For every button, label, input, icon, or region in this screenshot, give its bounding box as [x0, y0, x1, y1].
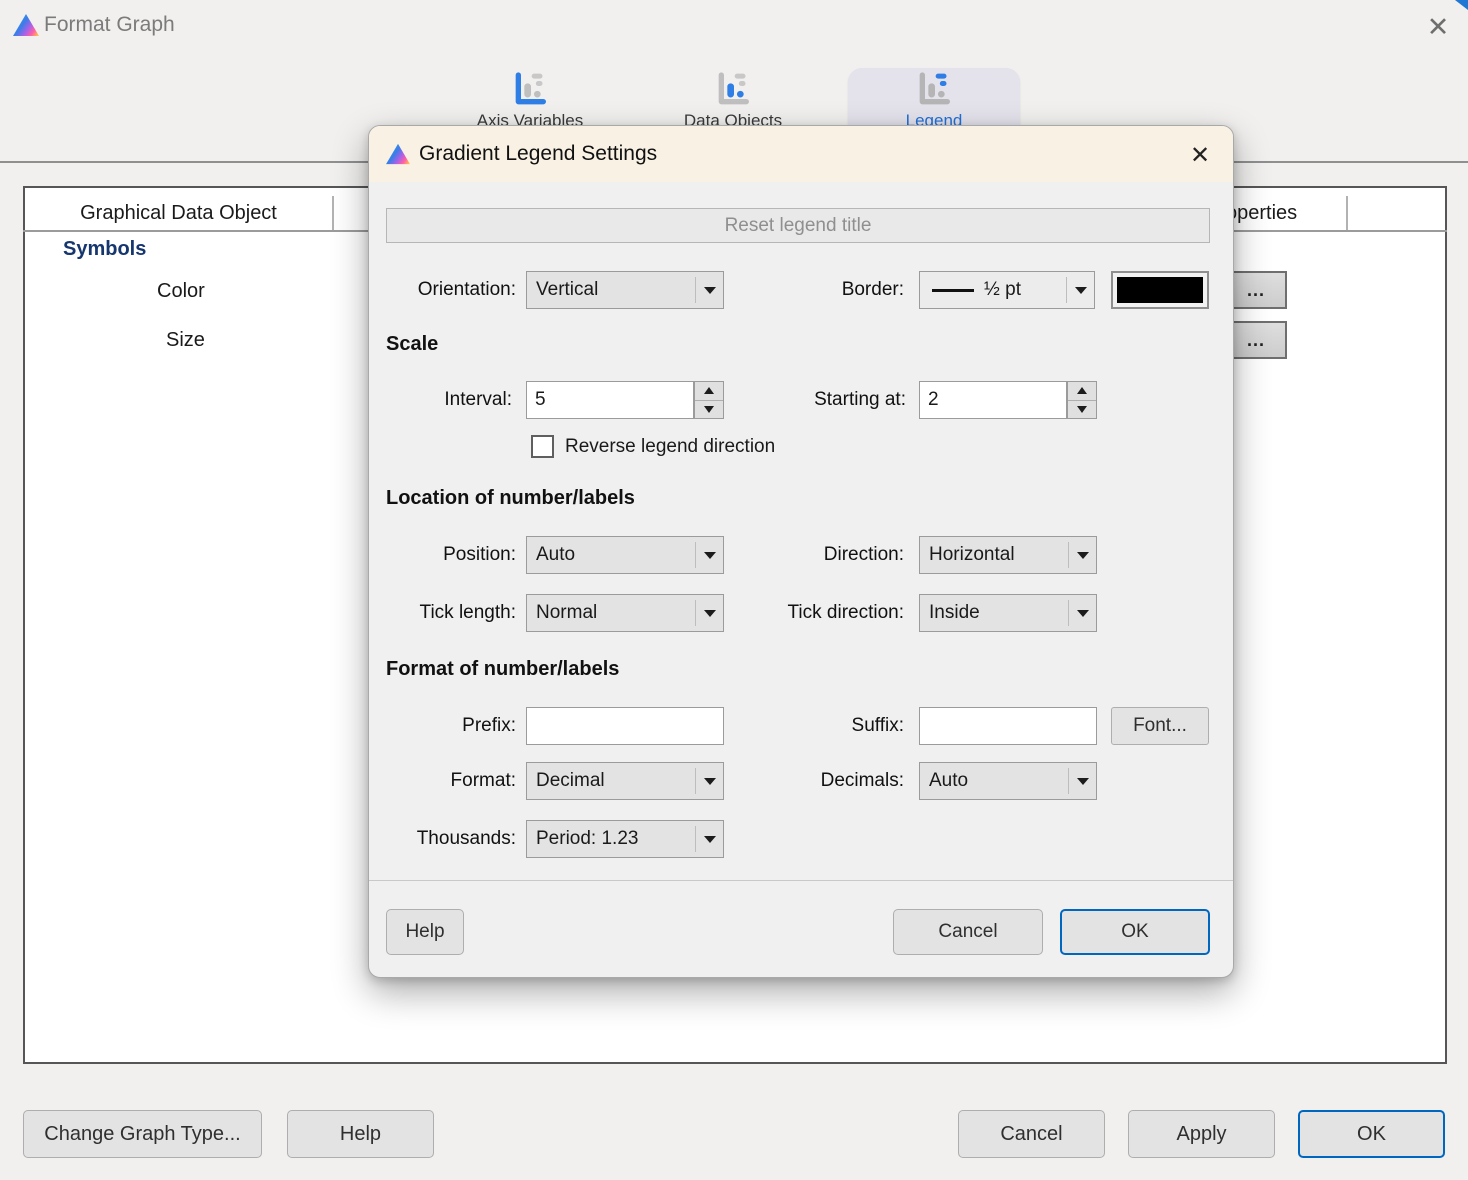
data-objects-icon[interactable]: [713, 70, 753, 110]
spin-up-icon[interactable]: [1068, 382, 1096, 400]
direction-dropdown[interactable]: Horizontal: [919, 536, 1097, 574]
font-button[interactable]: Font...: [1111, 707, 1209, 745]
starting-at-stepper[interactable]: [1067, 381, 1097, 419]
position-value: Auto: [527, 544, 575, 566]
color-more-button[interactable]: ...: [1225, 271, 1287, 309]
symbols-section-label[interactable]: Symbols: [63, 238, 146, 261]
chevron-down-icon: [696, 778, 723, 785]
tick-length-value: Normal: [527, 602, 597, 624]
interval-stepper[interactable]: [694, 381, 724, 419]
starting-at-label: Starting at:: [761, 381, 906, 419]
chevron-down-icon: [696, 836, 723, 843]
reverse-legend-checkbox[interactable]: [531, 435, 554, 458]
window-title: Format Graph: [44, 13, 175, 37]
prefix-input[interactable]: [526, 707, 724, 745]
chevron-down-icon: [696, 610, 723, 617]
border-color-swatch[interactable]: [1111, 271, 1209, 309]
dialog-titlebar: Gradient Legend Settings ✕: [369, 126, 1233, 182]
direction-value: Horizontal: [920, 544, 1015, 566]
position-label: Position:: [369, 536, 516, 574]
thousands-value: Period: 1.23: [527, 828, 638, 850]
orientation-value: Vertical: [527, 279, 598, 301]
suffix-label: Suffix:: [759, 707, 904, 745]
column-separator-1: [332, 196, 334, 230]
border-thickness-dropdown[interactable]: ½ pt: [919, 271, 1095, 309]
decimals-value: Auto: [920, 770, 968, 792]
border-label: Border:: [759, 271, 904, 309]
window-help-button[interactable]: Help: [287, 1110, 434, 1158]
format-heading: Format of number/labels: [386, 658, 619, 681]
tick-length-label: Tick length:: [369, 594, 516, 632]
suffix-input[interactable]: [919, 707, 1097, 745]
prism-logo-icon: [385, 143, 411, 166]
starting-at-input[interactable]: [919, 381, 1067, 419]
chevron-down-icon: [1069, 552, 1096, 559]
legend-icon[interactable]: [914, 70, 954, 110]
format-label: Format:: [369, 762, 516, 800]
chevron-down-icon: [696, 552, 723, 559]
reset-legend-title-button[interactable]: Reset legend title: [386, 208, 1210, 243]
color-row-label[interactable]: Color: [157, 280, 205, 303]
spin-down-icon[interactable]: [695, 401, 723, 419]
change-graph-type-button[interactable]: Change Graph Type...: [23, 1110, 262, 1158]
interval-input[interactable]: [526, 381, 694, 419]
direction-label: Direction:: [759, 536, 904, 574]
format-value: Decimal: [527, 770, 605, 792]
tick-direction-value: Inside: [920, 602, 980, 624]
decimals-dropdown[interactable]: Auto: [919, 762, 1097, 800]
size-more-button[interactable]: ...: [1225, 321, 1287, 359]
tick-direction-label: Tick direction:: [759, 594, 904, 632]
size-row-label[interactable]: Size: [166, 329, 205, 352]
thousands-dropdown[interactable]: Period: 1.23: [526, 820, 724, 858]
thousands-label: Thousands:: [369, 820, 516, 858]
tick-length-dropdown[interactable]: Normal: [526, 594, 724, 632]
gradient-legend-settings-dialog: Gradient Legend Settings ✕ Reset legend …: [368, 125, 1234, 978]
chevron-down-icon: [696, 287, 723, 294]
location-heading: Location of number/labels: [386, 487, 635, 510]
tick-direction-dropdown[interactable]: Inside: [919, 594, 1097, 632]
axis-variables-icon[interactable]: [510, 70, 550, 110]
prism-logo-icon: [12, 13, 40, 38]
prefix-label: Prefix:: [369, 707, 516, 745]
window-apply-button[interactable]: Apply: [1128, 1110, 1275, 1158]
dialog-help-button[interactable]: Help: [386, 909, 464, 955]
window-close-icon[interactable]: ✕: [1418, 6, 1458, 48]
footer-divider: [369, 880, 1234, 881]
dialog-title: Gradient Legend Settings: [419, 142, 657, 166]
window-ok-button[interactable]: OK: [1298, 1110, 1445, 1158]
reverse-legend-label: Reverse legend direction: [565, 436, 775, 458]
interval-label: Interval:: [369, 381, 512, 419]
dialog-close-icon[interactable]: ✕: [1181, 136, 1219, 174]
column-header-graphical-data-object: Graphical Data Object: [25, 195, 332, 231]
scale-heading: Scale: [386, 333, 438, 356]
cursor-artifact: [1455, 0, 1468, 10]
column-separator-2: [1346, 196, 1348, 230]
border-value: ½ pt: [984, 279, 1021, 301]
orientation-label: Orientation:: [369, 271, 516, 309]
spin-down-icon[interactable]: [1068, 401, 1096, 419]
position-dropdown[interactable]: Auto: [526, 536, 724, 574]
decimals-label: Decimals:: [759, 762, 904, 800]
spin-up-icon[interactable]: [695, 382, 723, 400]
chevron-down-icon: [1069, 610, 1096, 617]
format-dropdown[interactable]: Decimal: [526, 762, 724, 800]
window-cancel-button[interactable]: Cancel: [958, 1110, 1105, 1158]
chevron-down-icon: [1069, 778, 1096, 785]
dialog-cancel-button[interactable]: Cancel: [893, 909, 1043, 955]
chevron-down-icon: [1067, 287, 1094, 294]
dialog-ok-button[interactable]: OK: [1060, 909, 1210, 955]
orientation-dropdown[interactable]: Vertical: [526, 271, 724, 309]
line-sample-icon: [932, 289, 974, 292]
